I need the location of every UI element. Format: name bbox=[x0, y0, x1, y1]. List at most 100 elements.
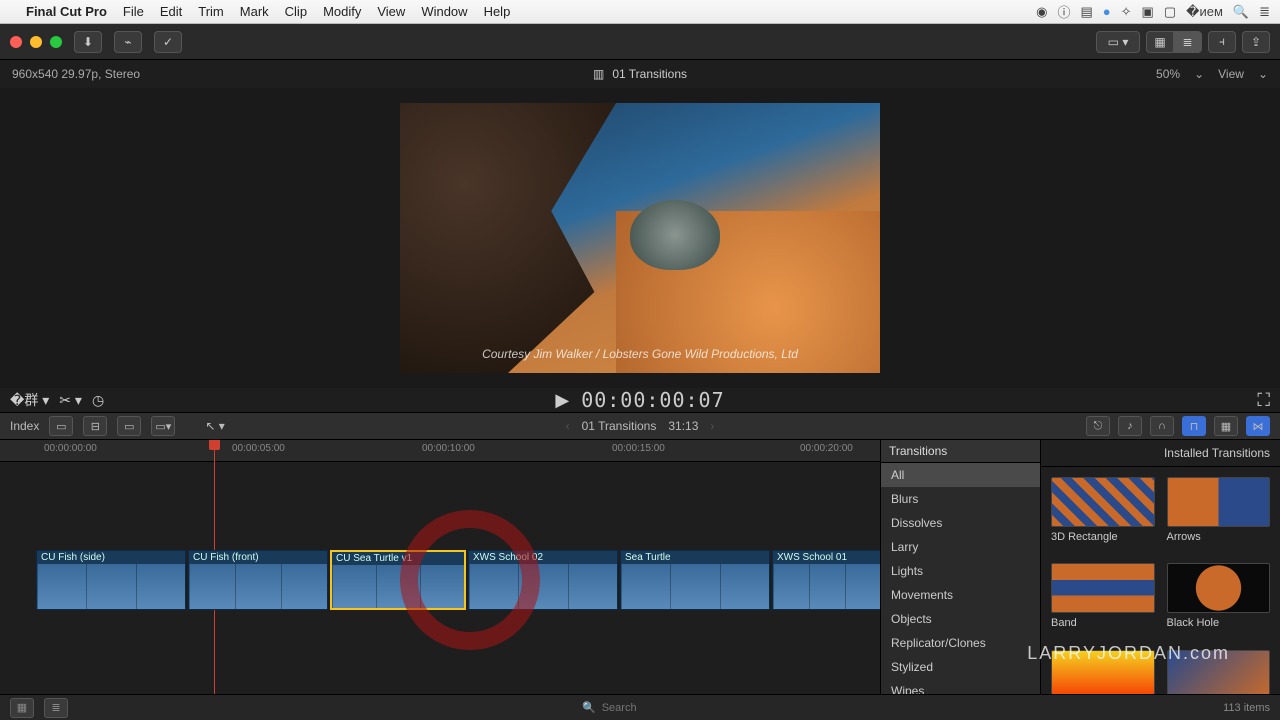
clip[interactable]: CU Fish (side) bbox=[36, 550, 186, 610]
category-item[interactable]: Replicator/Clones bbox=[881, 631, 1040, 655]
lower-panels: 00:00:00:00 00:00:05:00 00:00:10:00 00:0… bbox=[0, 440, 1280, 720]
status-search-icon[interactable]: 🔍 bbox=[1233, 4, 1249, 20]
transform-tool-icon[interactable]: �群 ▾ bbox=[10, 390, 49, 410]
clip[interactable]: CU Fish (front) bbox=[188, 550, 328, 610]
clip[interactable]: CU Sea Turtle v1 bbox=[330, 550, 466, 610]
fullscreen-button[interactable] bbox=[50, 36, 62, 48]
preset-thumbnail bbox=[1167, 563, 1271, 613]
select-tool-icon[interactable]: ↖ ▾ bbox=[205, 419, 224, 433]
clip-label: XWS School 02 bbox=[469, 551, 617, 564]
connect-clip-button[interactable]: ▭ bbox=[49, 416, 73, 436]
minimize-button[interactable] bbox=[30, 36, 42, 48]
zoom-value[interactable]: 50% bbox=[1156, 67, 1180, 81]
credit-overlay: Courtesy Jim Walker / Lobsters Gone Wild… bbox=[400, 347, 880, 361]
solo-toggle[interactable]: ∩ bbox=[1150, 416, 1174, 436]
category-item[interactable]: Movements bbox=[881, 583, 1040, 607]
view-chevron-icon[interactable]: ⌄ bbox=[1258, 67, 1268, 81]
snapping-toggle[interactable]: ⊓ bbox=[1182, 416, 1206, 436]
viewer: Courtesy Jim Walker / Lobsters Gone Wild… bbox=[0, 88, 1280, 388]
category-item[interactable]: Stylized bbox=[881, 655, 1040, 679]
category-list: AllBlursDissolvesLarryLightsMovementsObj… bbox=[881, 463, 1040, 703]
inspector-toggle[interactable]: ⫞ bbox=[1208, 31, 1236, 53]
view-menu-label[interactable]: View bbox=[1218, 67, 1244, 81]
menu-view[interactable]: View bbox=[377, 4, 405, 19]
status-wifi-icon[interactable]: �ием bbox=[1186, 4, 1223, 20]
status-screen-icon[interactable]: ▢ bbox=[1164, 4, 1176, 20]
menu-window[interactable]: Window bbox=[421, 4, 467, 19]
status-display-icon[interactable]: ▤ bbox=[1080, 4, 1092, 20]
status-clip-icon[interactable]: ▣ bbox=[1142, 4, 1154, 20]
menu-mark[interactable]: Mark bbox=[240, 4, 269, 19]
background-tasks-button[interactable]: ✓ bbox=[154, 31, 182, 53]
retime-tool-icon[interactable]: ◷ bbox=[92, 392, 104, 409]
share-button[interactable]: ⇪ bbox=[1242, 31, 1270, 53]
item-count: 113 items bbox=[1223, 702, 1270, 714]
transport-bar: �群 ▾ ✂ ▾ ◷ ▶ 00:00:00:07 ⛶ bbox=[0, 388, 1280, 412]
browser-view-mode: ▦ ≣ bbox=[1146, 31, 1202, 53]
play-button[interactable]: ▶ bbox=[555, 390, 569, 411]
viewer-title: 01 Transitions bbox=[612, 67, 687, 81]
overwrite-clip-button[interactable]: ▭▾ bbox=[151, 416, 175, 436]
index-button[interactable]: Index bbox=[10, 419, 39, 433]
transition-preset[interactable]: Black Hole bbox=[1167, 563, 1271, 635]
insert-clip-button[interactable]: ⊟ bbox=[83, 416, 107, 436]
menu-clip[interactable]: Clip bbox=[285, 4, 307, 19]
watermark: LARRYJORDAN.com bbox=[1027, 643, 1230, 664]
transition-preset[interactable]: 3D Rectangle bbox=[1051, 477, 1155, 549]
search-input[interactable] bbox=[602, 702, 722, 714]
keyword-button[interactable]: ⌁ bbox=[114, 31, 142, 53]
category-item[interactable]: Dissolves bbox=[881, 511, 1040, 535]
category-item[interactable]: Objects bbox=[881, 607, 1040, 631]
timeline-ruler[interactable]: 00:00:00:00 00:00:05:00 00:00:10:00 00:0… bbox=[0, 440, 880, 462]
category-item[interactable]: Blurs bbox=[881, 487, 1040, 511]
audio-skim-toggle[interactable]: ♪ bbox=[1118, 416, 1142, 436]
timeline-nav-next[interactable]: › bbox=[710, 419, 714, 433]
clip[interactable]: XWS School 01 bbox=[772, 550, 880, 610]
gallery-grid-toggle[interactable]: ▦ bbox=[10, 698, 34, 718]
preset-name: Black Hole bbox=[1167, 617, 1271, 629]
transition-preset[interactable]: Band bbox=[1051, 563, 1155, 635]
category-item[interactable]: Lights bbox=[881, 559, 1040, 583]
transitions-browser-toggle[interactable]: ⋈ bbox=[1246, 416, 1270, 436]
status-dot-icon[interactable]: ● bbox=[1103, 4, 1111, 19]
search-icon: 🔍 bbox=[582, 701, 596, 714]
append-clip-button[interactable]: ▭ bbox=[117, 416, 141, 436]
view-filmstrip-button[interactable]: ▦ bbox=[1146, 31, 1174, 53]
timeline-header: Index ▭ ⊟ ▭ ▭▾ ↖ ▾ ‹ 01 Transitions 31:1… bbox=[0, 412, 1280, 440]
ruler-tick: 00:00:20:00 bbox=[800, 443, 853, 454]
timecode-display[interactable]: 00:00:00:07 bbox=[581, 388, 724, 412]
status-dropbox-icon[interactable]: ✧ bbox=[1121, 4, 1132, 20]
gallery-list-toggle[interactable]: ≣ bbox=[44, 698, 68, 718]
preset-thumbnail bbox=[1167, 477, 1271, 527]
window-controls bbox=[10, 36, 62, 48]
transition-preset[interactable]: Arrows bbox=[1167, 477, 1271, 549]
menu-help[interactable]: Help bbox=[484, 4, 511, 19]
effects-browser-toggle[interactable]: ▦ bbox=[1214, 416, 1238, 436]
skimming-toggle[interactable]: ⎋ bbox=[1086, 416, 1110, 436]
import-button[interactable]: ⬇ bbox=[74, 31, 102, 53]
menu-trim[interactable]: Trim bbox=[198, 4, 224, 19]
status-menu-icon[interactable]: ≣ bbox=[1259, 4, 1270, 20]
category-item[interactable]: Larry bbox=[881, 535, 1040, 559]
app-name[interactable]: Final Cut Pro bbox=[26, 4, 107, 19]
timeline-nav-prev[interactable]: ‹ bbox=[566, 419, 570, 433]
library-sidebar-toggle[interactable]: ▭ ▾ bbox=[1096, 31, 1140, 53]
preview-frame[interactable]: Courtesy Jim Walker / Lobsters Gone Wild… bbox=[400, 103, 880, 373]
status-info-icon[interactable]: ⓘ bbox=[1057, 2, 1070, 21]
view-list-button[interactable]: ≣ bbox=[1174, 31, 1202, 53]
viewer-format-icon[interactable]: ▥ bbox=[593, 67, 604, 81]
clip[interactable]: Sea Turtle bbox=[620, 550, 770, 610]
menu-edit[interactable]: Edit bbox=[160, 4, 182, 19]
fullscreen-icon[interactable]: ⛶ bbox=[1257, 390, 1270, 410]
menu-file[interactable]: File bbox=[123, 4, 144, 19]
status-eye-icon[interactable]: ◉ bbox=[1036, 4, 1047, 20]
category-item[interactable]: All bbox=[881, 463, 1040, 487]
clip[interactable]: XWS School 02 bbox=[468, 550, 618, 610]
crop-tool-icon[interactable]: ✂ ▾ bbox=[59, 392, 82, 409]
app-toolbar: ⬇ ⌁ ✓ ▭ ▾ ▦ ≣ ⫞ ⇪ bbox=[0, 24, 1280, 60]
ruler-tick: 00:00:15:00 bbox=[612, 443, 665, 454]
menu-modify[interactable]: Modify bbox=[323, 4, 361, 19]
close-button[interactable] bbox=[10, 36, 22, 48]
timeline[interactable]: 00:00:00:00 00:00:05:00 00:00:10:00 00:0… bbox=[0, 440, 880, 720]
zoom-chevron-icon[interactable]: ⌄ bbox=[1194, 67, 1204, 81]
